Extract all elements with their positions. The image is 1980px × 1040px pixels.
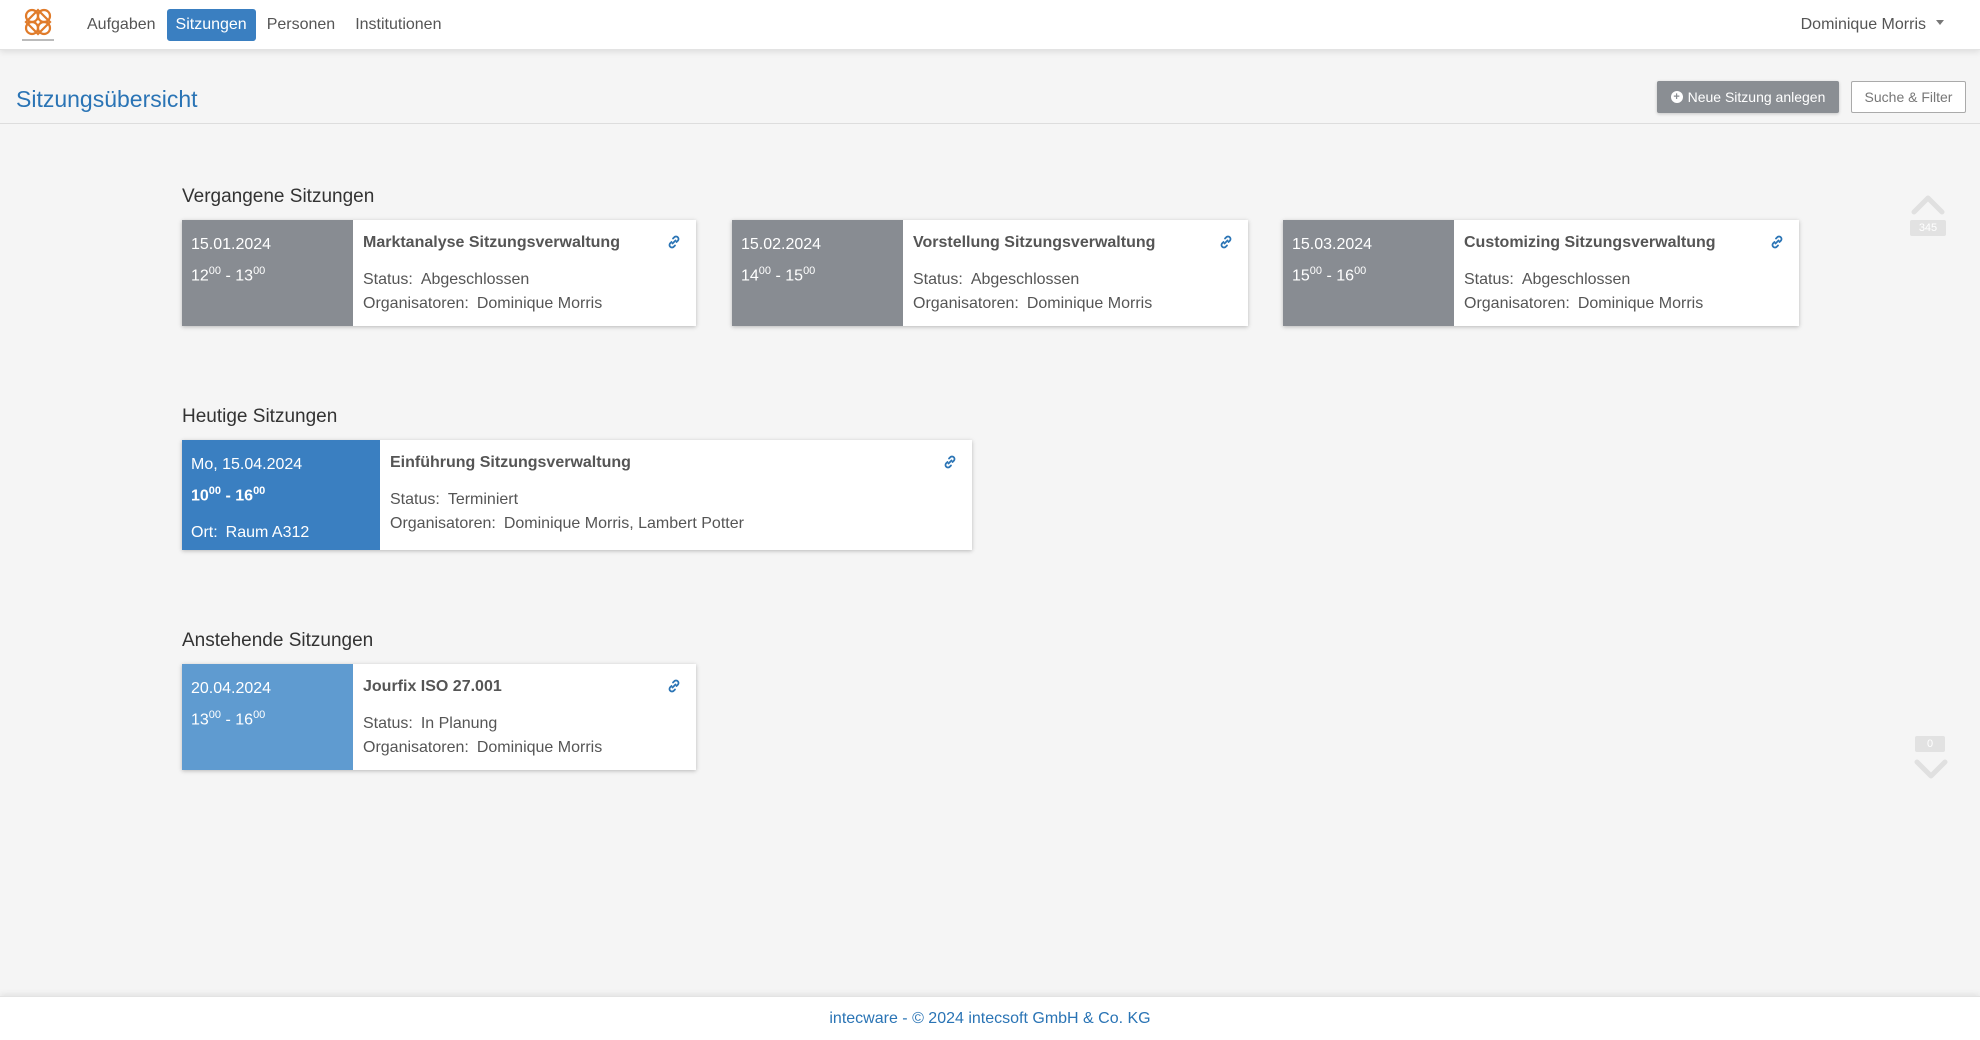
- session-organizers: Organisatoren: Dominique Morris: [363, 295, 603, 312]
- session-date-block: 15.02.2024 1400 - 1500: [732, 220, 903, 326]
- session-body: Marktanalyse Sitzungsverwaltung Status: A…: [353, 220, 696, 326]
- session-date-block: 20.04.2024 1300 - 1600: [182, 664, 353, 770]
- link-icon[interactable]: [942, 454, 958, 470]
- section-title-upcoming: Anstehende Sitzungen: [182, 630, 374, 651]
- link-icon[interactable]: [1218, 234, 1234, 250]
- session-title[interactable]: Marktanalyse Sitzungsverwaltung: [363, 231, 686, 255]
- scroll-down-button[interactable]: 0: [1913, 736, 1949, 784]
- session-card[interactable]: 15.01.2024 1200 - 1300 Marktanalyse Sitz…: [182, 220, 696, 326]
- session-date: 20.04.2024: [191, 680, 272, 697]
- session-organizers: Organisatoren: Dominique Morris: [913, 295, 1153, 312]
- session-organizers: Organisatoren: Dominique Morris: [1464, 295, 1704, 312]
- page-header: Sitzungsübersicht + Neue Sitzung anlegen…: [0, 50, 1980, 124]
- session-status: Status: Terminiert: [390, 491, 519, 508]
- session-title[interactable]: Customizing Sitzungsverwaltung: [1464, 231, 1789, 255]
- user-menu[interactable]: Dominique Morris: [1801, 16, 1944, 34]
- session-date: Mo, 15.04.2024: [191, 456, 303, 473]
- link-icon[interactable]: [666, 678, 682, 694]
- session-date-block: 15.03.2024 1500 - 1600: [1283, 220, 1454, 326]
- session-date-block: Mo, 15.04.2024 1000 - 1600 Ort: Raum A312: [182, 440, 380, 550]
- chevron-up-icon: [1911, 195, 1945, 215]
- nav-item-sitzungen[interactable]: Sitzungen: [166, 9, 256, 41]
- link-icon[interactable]: [1769, 234, 1785, 250]
- session-card[interactable]: 15.03.2024 1500 - 1600 Customizing Sitzu…: [1283, 220, 1799, 326]
- session-body: Jourfix ISO 27.001 Status: In Planung Org…: [353, 664, 696, 770]
- page-title: Sitzungsübersicht: [16, 86, 198, 112]
- session-body: Customizing Sitzungsverwaltung Status: Ab…: [1454, 220, 1799, 326]
- session-title[interactable]: Vorstellung Sitzungsverwaltung: [913, 231, 1238, 255]
- footer: intecware - © 2024 intecsoft GmbH & Co. …: [0, 996, 1980, 1040]
- session-date: 15.02.2024: [741, 236, 822, 253]
- session-date-block: 15.01.2024 1200 - 1300: [182, 220, 353, 326]
- footer-copyright-link[interactable]: intecware - © 2024 intecsoft GmbH & Co. …: [829, 1010, 1150, 1027]
- session-time: 1300 - 1600: [191, 709, 266, 729]
- session-time: 1400 - 1500: [741, 265, 816, 285]
- section-title-past: Vergangene Sitzungen: [182, 186, 375, 207]
- new-session-label: Neue Sitzung anlegen: [1687, 89, 1826, 105]
- new-session-button[interactable]: + Neue Sitzung anlegen: [1657, 81, 1839, 113]
- session-location: Ort: Raum A312: [191, 524, 310, 542]
- nav-item-institutionen[interactable]: Institutionen: [346, 9, 450, 41]
- chevron-down-icon: [1914, 759, 1948, 779]
- nav-item-personen[interactable]: Personen: [258, 9, 345, 41]
- session-card[interactable]: 20.04.2024 1300 - 1600 Jourfix ISO 27.00…: [182, 664, 696, 770]
- scroll-up-button[interactable]: 345: [1910, 192, 1946, 236]
- session-body: Vorstellung Sitzungsverwaltung Status: Ab…: [903, 220, 1248, 326]
- session-time: 1200 - 1300: [191, 265, 266, 285]
- session-organizers: Organisatoren: Dominique Morris, Lambert …: [390, 515, 744, 532]
- chevron-down-icon: [1936, 20, 1944, 26]
- session-organizers: Organisatoren: Dominique Morris: [363, 739, 603, 756]
- session-body: Einführung Sitzungsverwaltung Status: Ter…: [380, 440, 972, 550]
- session-card[interactable]: 15.02.2024 1400 - 1500 Vorstellung Sitzu…: [732, 220, 1248, 326]
- nav-item-aufgaben[interactable]: Aufgaben: [78, 9, 165, 41]
- top-navbar: Aufgaben Sitzungen Personen Institutione…: [0, 0, 1980, 50]
- main-nav: Aufgaben Sitzungen Personen Institutione…: [78, 9, 452, 41]
- plus-circle-icon: +: [1670, 91, 1683, 103]
- session-time: 1500 - 1600: [1292, 265, 1367, 285]
- session-date: 15.01.2024: [191, 236, 272, 253]
- session-time: 1000 - 1600: [191, 485, 266, 505]
- intecsoft-logo-icon[interactable]: [18, 4, 58, 46]
- session-card[interactable]: Mo, 15.04.2024 1000 - 1600 Ort: Raum A312…: [182, 440, 972, 550]
- scroll-up-count: 345: [1910, 220, 1946, 236]
- session-date: 15.03.2024: [1292, 236, 1373, 253]
- session-status: Status: Abgeschlossen: [363, 271, 530, 288]
- link-icon[interactable]: [666, 234, 682, 250]
- section-title-today: Heutige Sitzungen: [182, 406, 338, 427]
- session-title[interactable]: Einführung Sitzungsverwaltung: [390, 451, 962, 475]
- session-status: Status: In Planung: [363, 715, 498, 732]
- search-filter-button[interactable]: Suche & Filter: [1851, 81, 1966, 113]
- session-status: Status: Abgeschlossen: [1464, 271, 1631, 288]
- session-status: Status: Abgeschlossen: [913, 271, 1080, 288]
- scroll-down-count: 0: [1915, 736, 1945, 752]
- session-title[interactable]: Jourfix ISO 27.001: [363, 675, 686, 699]
- user-name: Dominique Morris: [1800, 16, 1926, 33]
